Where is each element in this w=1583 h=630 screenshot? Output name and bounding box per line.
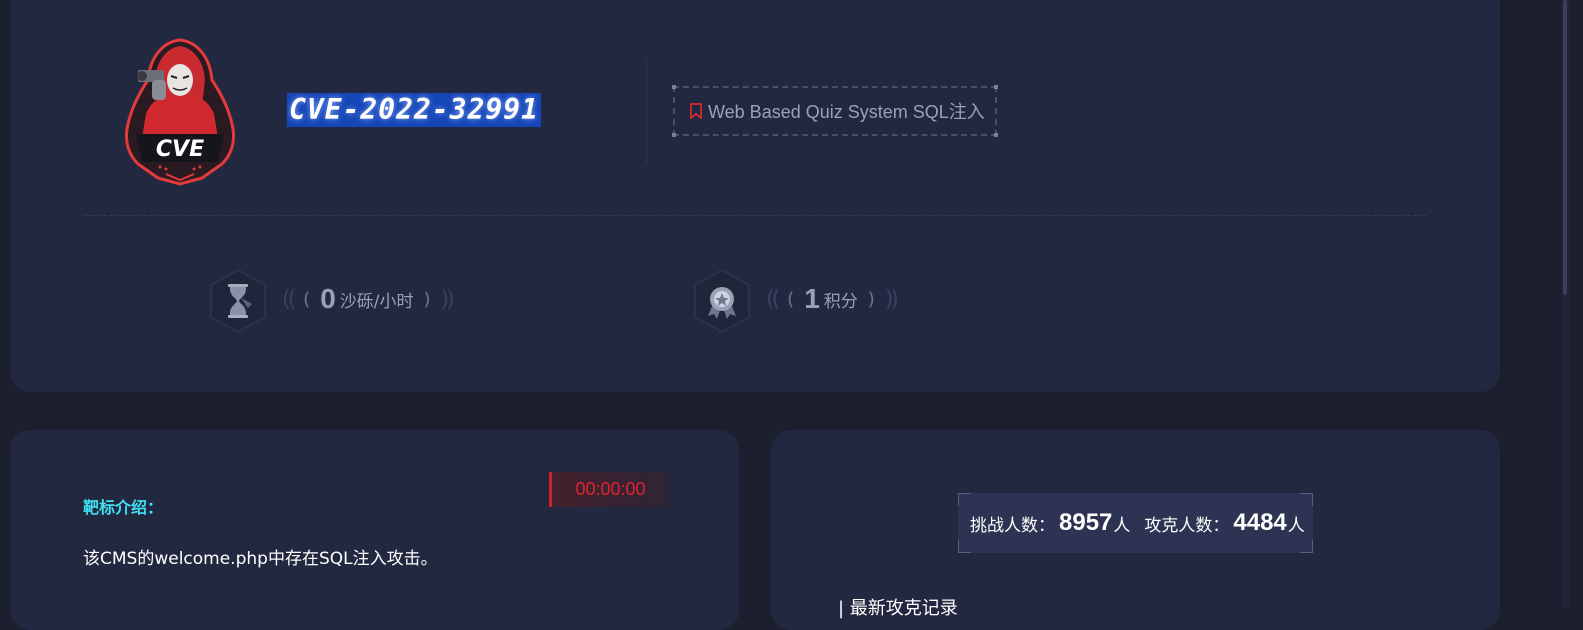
vulnerability-tag: Web Based Quiz System SQL注入 [672,85,998,137]
sand-rate-value: 0 [320,283,336,314]
logo-text: CVE [156,137,204,162]
decorative-bracket: (( [766,286,780,312]
tag-corner [994,133,998,137]
target-intro-text: 该CMS的welcome.php中存在SQL注入攻击。 [83,549,438,569]
medal-icon [694,268,750,334]
target-intro-heading: 靶标介绍： [83,498,164,517]
challengers-unit: 人 [1113,515,1131,536]
box-corner [958,493,971,506]
challenge-title: CVE-2022-32991 [287,93,542,127]
decorative-bracket: (( [282,286,296,312]
hourglass-icon [210,268,266,334]
decorative-bracket: )) [440,286,455,312]
solvers-label: 攻克人数： [1144,515,1230,536]
cve-logo: CVE [124,38,236,186]
vertical-divider [646,58,647,164]
solvers-unit: 人 [1287,515,1305,536]
latest-solves-heading: | 最新攻克记录 [838,598,958,619]
tag-label: Web Based Quiz System SQL注入 [708,102,985,122]
solvers-count: 4484 [1233,509,1287,536]
challengers-count: 8957 [1059,509,1113,536]
decorative-bracket: ( [303,288,311,310]
points-stat: (( ( 1 积分 ) )) [766,283,899,315]
points-value: 1 [804,283,820,314]
decorative-bracket: ) [423,288,431,310]
tag-corner [994,85,998,89]
points-unit: 积分 [823,291,858,312]
challenge-count-box: 挑战人数： 8957 人 攻克人数： 4484 人 [958,493,1313,553]
tag-corner [672,85,676,89]
box-corner [1300,540,1313,553]
box-corner [1300,493,1313,506]
decorative-bracket: ( [787,288,795,310]
horizontal-divider [84,215,1426,216]
sand-rate-unit: 沙砾/小时 [339,291,414,312]
sand-rate-stat: (( ( 0 沙砾/小时 ) )) [282,283,455,315]
scrollbar-thumb[interactable] [1563,0,1567,295]
countdown-timer: 00:00:00 [549,472,669,507]
decorative-bracket: )) [884,286,899,312]
decorative-bracket: ) [867,288,875,310]
box-corner [958,540,971,553]
tag-corner [672,133,676,137]
bookmark-icon [690,103,702,119]
challengers-label: 挑战人数： [970,515,1055,536]
target-info-card [10,430,739,630]
